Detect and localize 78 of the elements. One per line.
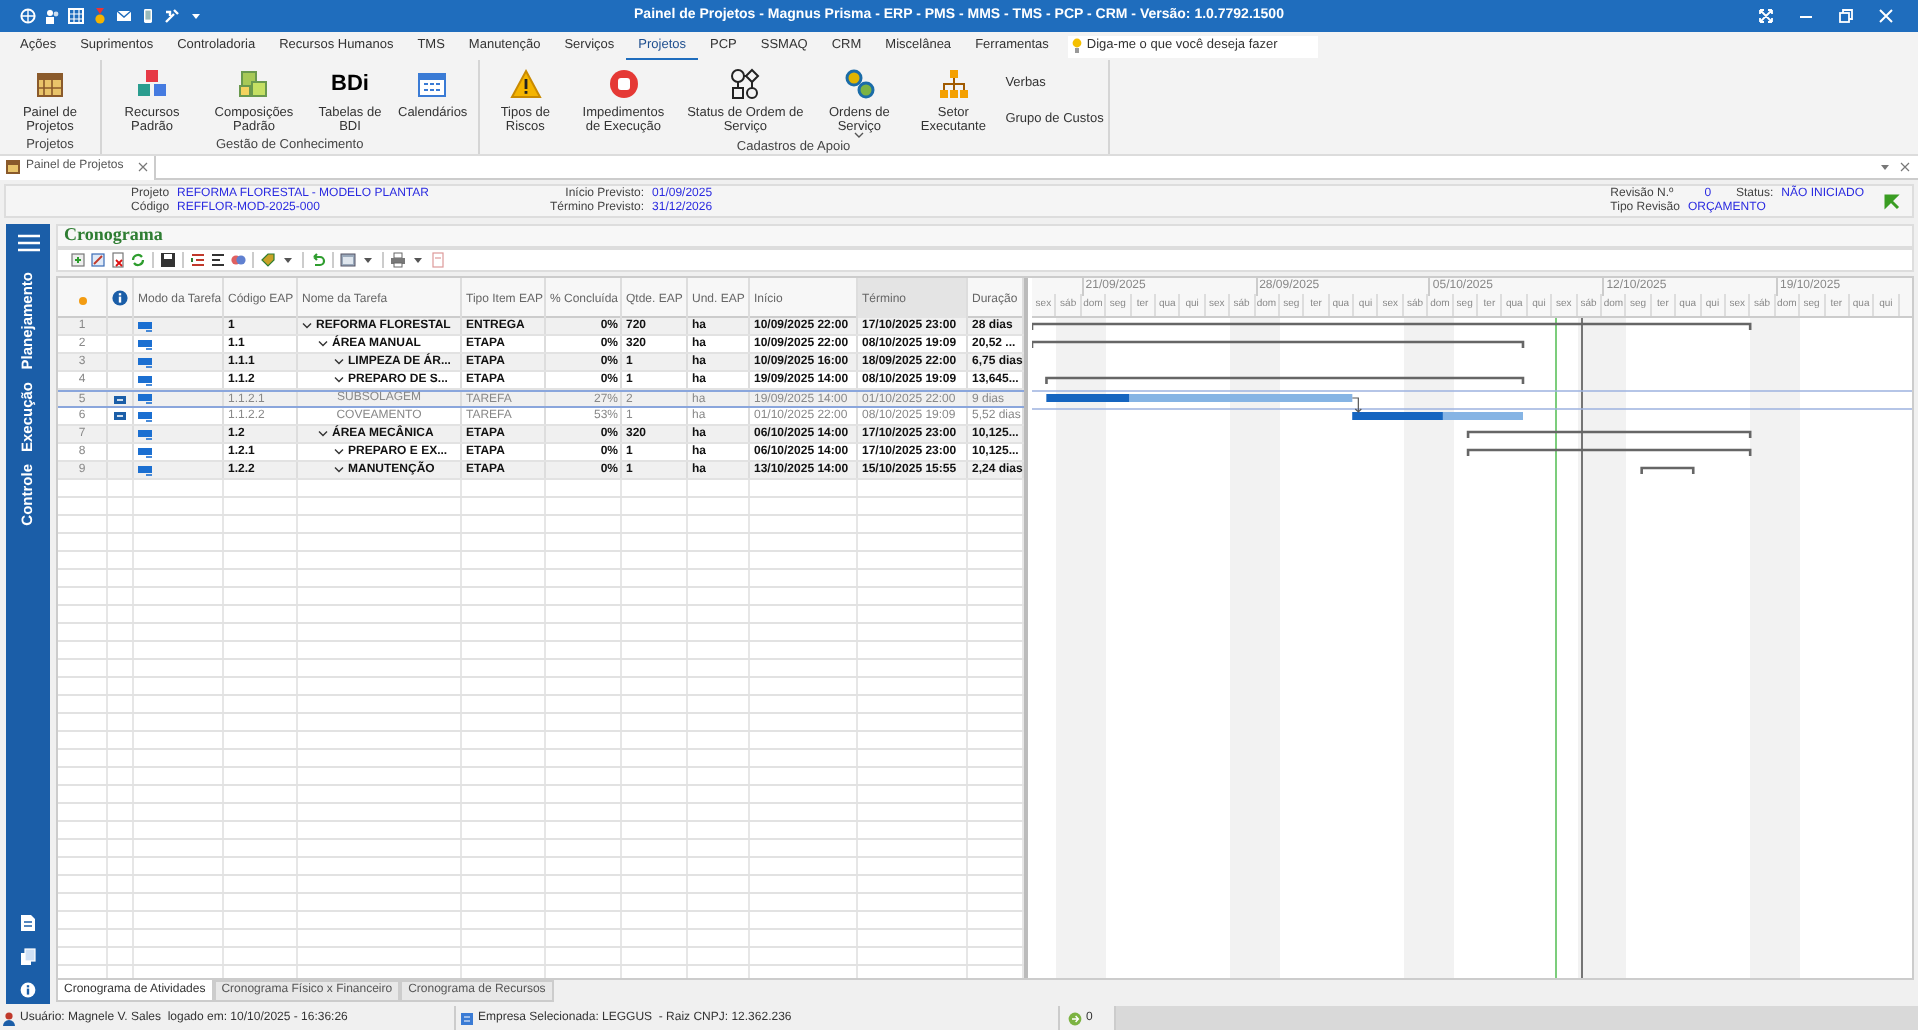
summary-bar[interactable] [1032,322,1752,331]
chevron-icon[interactable] [334,358,344,366]
summary-bar[interactable] [1466,430,1752,438]
medal-icon[interactable] [92,8,108,24]
chevron-icon[interactable] [302,322,312,330]
task-bar[interactable] [1046,394,1353,402]
calendar-icon [416,68,449,100]
tag-icon[interactable] [260,252,276,268]
info-icon [112,290,128,306]
chevron-icon[interactable] [334,448,344,456]
tools-icon[interactable] [164,8,180,24]
edit-icon[interactable] [90,252,106,268]
grid-icon[interactable] [68,8,84,24]
chevron-icon[interactable] [334,376,344,384]
mail-icon[interactable] [116,8,132,24]
close-icon[interactable] [1900,162,1910,172]
undo-icon[interactable] [310,252,326,268]
task-mode-icon [138,411,152,421]
warning-icon [509,68,542,100]
board-icon [6,160,20,174]
save-icon[interactable] [160,252,176,268]
caret-icon[interactable] [188,8,204,24]
minus-icon[interactable] [114,412,126,420]
summary-bar[interactable] [1466,448,1752,456]
copy-icon[interactable] [20,948,36,966]
outdent-icon[interactable] [210,252,226,268]
task-mode-icon [138,447,152,457]
restore-icon[interactable] [1838,8,1854,24]
task-mode-icon [138,321,152,331]
task-bar[interactable] [1352,412,1523,420]
task-mode-icon [138,394,152,404]
caret-icon[interactable] [360,252,376,268]
user-icon [2,1011,16,1025]
caret-icon[interactable] [280,252,296,268]
summary-bar[interactable] [1640,466,1695,474]
printer-icon[interactable] [390,252,406,268]
summary-bar[interactable] [1032,340,1525,348]
task-mode-icon [138,465,152,475]
minus-icon[interactable] [114,395,126,403]
task-mode-icon [138,375,152,385]
task-mode-icon [138,357,152,367]
lightbulb-icon [1072,38,1083,54]
boxes-icon [238,68,270,100]
chevron-icon[interactable] [334,466,344,474]
dot-icon [77,296,87,306]
menu-icon[interactable] [17,234,39,252]
section-title: Cronograma [64,222,163,249]
add-icon[interactable] [70,252,86,268]
org-chart-icon [937,68,970,100]
indent-icon[interactable] [190,252,206,268]
gears-icon [843,68,876,100]
window-icon[interactable] [340,252,356,268]
chevron-icon[interactable] [318,430,328,438]
close-icon[interactable] [137,162,148,172]
board-icon [34,68,66,100]
refresh-icon[interactable] [130,252,146,268]
arrow-icon[interactable] [1884,193,1900,209]
cubes-icon [136,68,168,100]
globe-icon[interactable] [20,8,36,24]
arrow-icon [1068,1011,1082,1025]
document-icon[interactable] [20,914,36,932]
delete-icon[interactable] [110,252,126,268]
people-icon[interactable] [44,8,60,24]
caret-icon [854,132,865,138]
info-icon[interactable] [20,982,36,998]
chevron-icon[interactable] [318,340,328,348]
link-icon[interactable] [230,252,246,268]
caret-icon[interactable] [1880,162,1890,172]
task-mode-icon [138,429,152,439]
task-mode-icon [138,339,152,349]
stop-hand-icon [607,68,640,100]
dependency-connector [1351,397,1362,413]
phone-icon[interactable] [140,8,156,24]
expand-icon[interactable] [1758,8,1774,24]
summary-bar[interactable] [1045,376,1525,384]
flowchart-icon [729,68,762,100]
caret-icon[interactable] [410,252,426,268]
building-icon [460,1011,474,1025]
